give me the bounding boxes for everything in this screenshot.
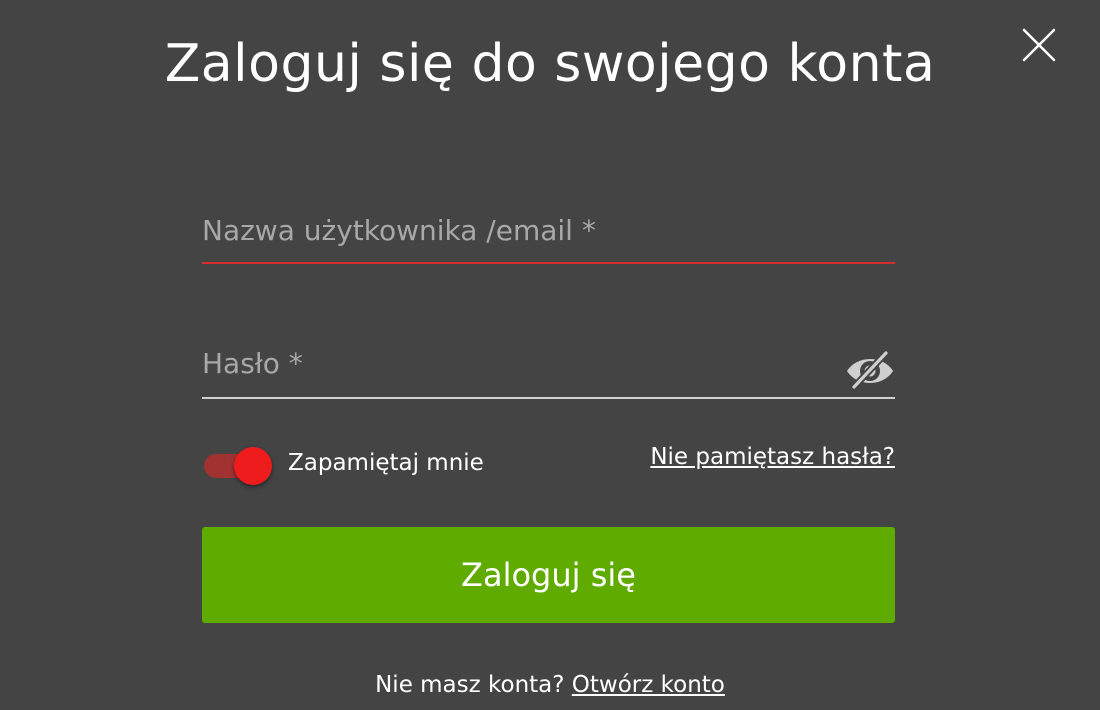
signup-row: Nie masz konta? Otwórz konto (0, 668, 1100, 702)
close-icon (1022, 28, 1056, 62)
dialog-title: Zaloguj się do swojego konta (164, 34, 936, 94)
username-input[interactable] (202, 200, 842, 260)
username-field-group (202, 200, 895, 264)
password-underline (202, 397, 895, 399)
remember-row: Zapamiętaj mnie Nie pamiętasz hasła? (202, 440, 895, 485)
eye-slash-icon (847, 349, 893, 391)
toggle-knob (234, 447, 272, 485)
password-input[interactable] (202, 333, 842, 393)
password-visibility-toggle[interactable] (845, 347, 895, 391)
login-dialog: Zaloguj się do swojego konta Zapam (0, 0, 1100, 710)
password-field-group (202, 333, 895, 399)
remember-me-label[interactable]: Zapamiętaj mnie (288, 448, 484, 478)
forgot-password-link[interactable]: Nie pamiętasz hasła? (650, 442, 895, 472)
close-button[interactable] (1020, 26, 1058, 64)
remember-me-toggle[interactable] (202, 446, 274, 485)
login-button[interactable]: Zaloguj się (202, 527, 895, 623)
no-account-text: Nie masz konta? (375, 672, 565, 698)
open-account-link[interactable]: Otwórz konto (572, 672, 725, 698)
username-underline (202, 262, 895, 264)
